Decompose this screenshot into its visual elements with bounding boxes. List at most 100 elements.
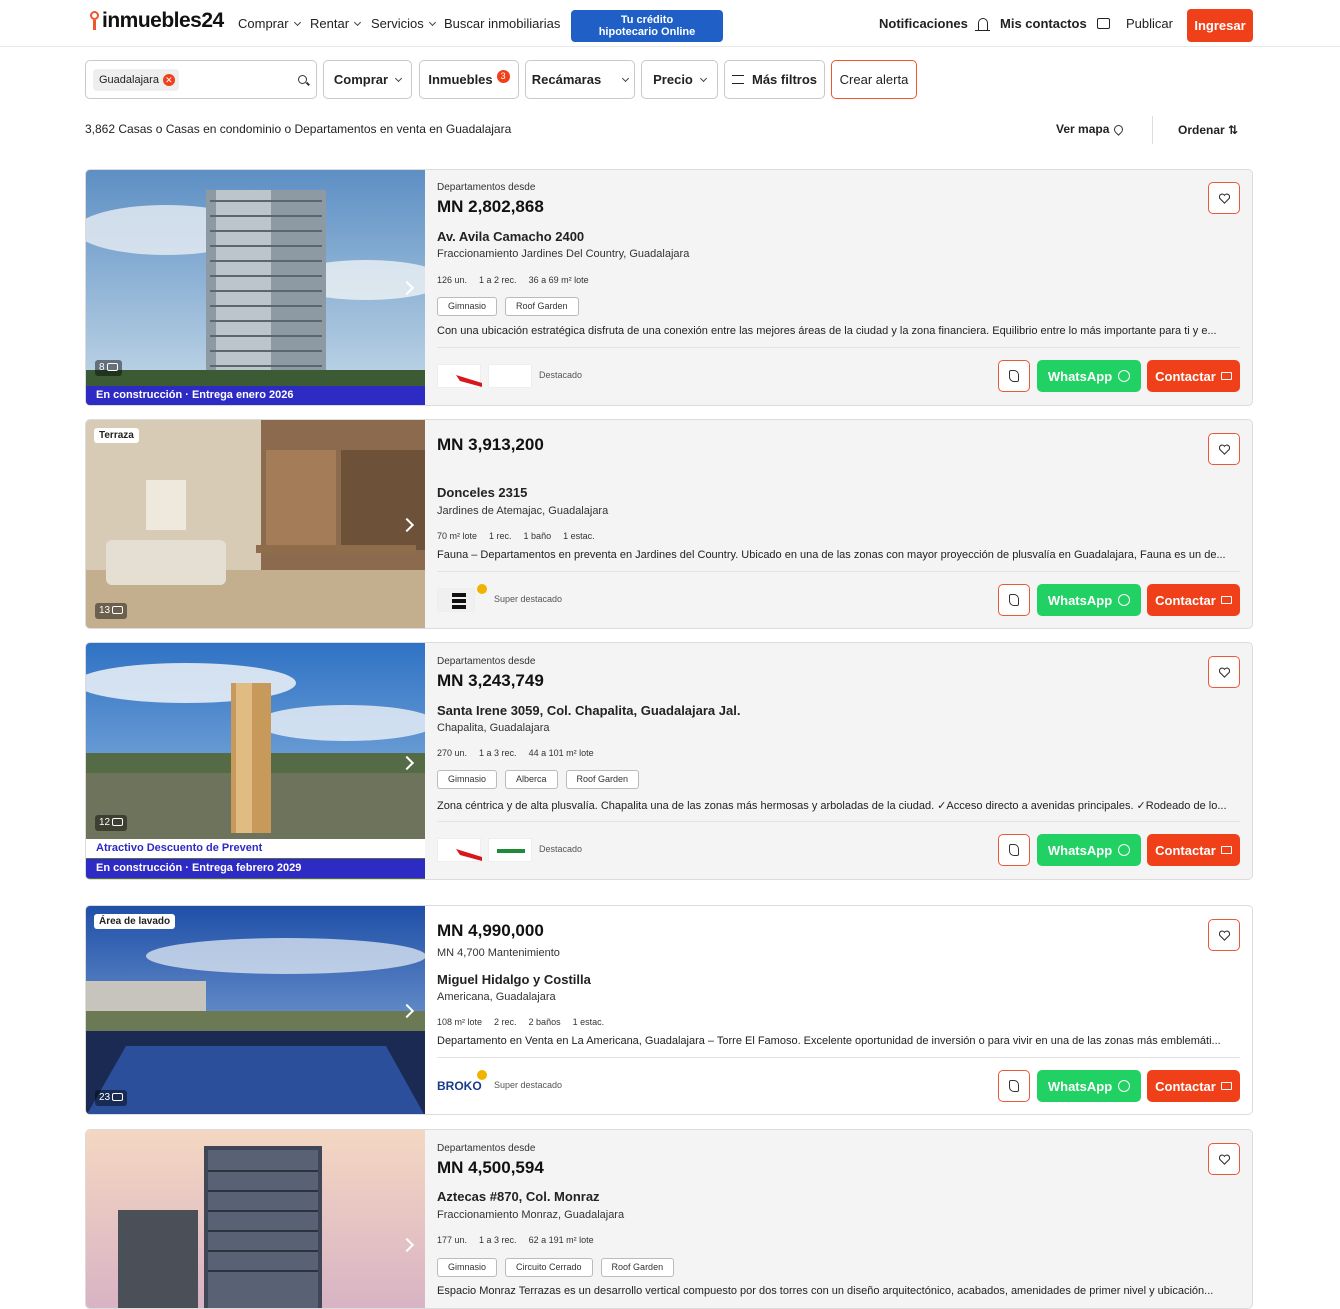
call-button[interactable] bbox=[998, 584, 1030, 616]
chevron-down-icon bbox=[353, 18, 362, 26]
listing-location: Jardines de Atemajac, Guadalajara bbox=[437, 505, 609, 517]
favorite-button[interactable] bbox=[1208, 1143, 1240, 1175]
listing-photo[interactable]: Área de lavado 23 bbox=[86, 906, 425, 1114]
listing-info: Departamentos desde MN 2,802,868 Av. Avi… bbox=[437, 170, 1240, 405]
camera-icon bbox=[112, 1093, 124, 1101]
notifications-link[interactable]: Notificaciones bbox=[879, 16, 990, 31]
listing-card[interactable]: 8 En construcción · Entrega enero 2026 D… bbox=[85, 169, 1253, 406]
listing-card[interactable]: Terraza 13 MN 3,913,200 Donceles 2315 Ja… bbox=[85, 419, 1253, 629]
listing-card[interactable]: 12 Atractivo Descuento de Prevent En con… bbox=[85, 642, 1253, 880]
favorite-button[interactable] bbox=[1208, 182, 1240, 214]
favorite-button[interactable] bbox=[1208, 656, 1240, 688]
promo-strip: Atractivo Descuento de Prevent bbox=[86, 839, 425, 858]
listing-amenities: Gimnasio Roof Garden bbox=[437, 297, 579, 316]
construction-strip: En construcción · Entrega febrero 2029 bbox=[86, 859, 425, 878]
listing-location: Chapalita, Guadalajara bbox=[437, 722, 550, 734]
nav-servicios[interactable]: Servicios bbox=[371, 16, 436, 31]
filter-recamaras[interactable]: Recámaras bbox=[525, 60, 635, 99]
call-button[interactable] bbox=[998, 1070, 1030, 1102]
chevron-down-icon bbox=[699, 74, 707, 82]
contact-button[interactable]: Contactar bbox=[1147, 834, 1240, 866]
developer-logo bbox=[437, 364, 482, 388]
site-logo[interactable]: inmuebles24 bbox=[88, 9, 224, 33]
chevron-down-icon bbox=[428, 18, 436, 26]
listing-card[interactable]: Área de lavado 23 MN 4,990,000 MN 4,700 … bbox=[85, 905, 1253, 1115]
favorite-button[interactable] bbox=[1208, 919, 1240, 951]
whatsapp-button[interactable]: WhatsApp bbox=[1037, 360, 1141, 392]
nav-rentar[interactable]: Rentar bbox=[310, 16, 362, 31]
filter-comprar[interactable]: Comprar bbox=[323, 60, 412, 99]
location-search-input[interactable]: Guadalajara ✕ bbox=[85, 60, 317, 99]
call-button[interactable] bbox=[998, 360, 1030, 392]
listing-photo[interactable] bbox=[86, 1130, 425, 1308]
heart-icon bbox=[1219, 193, 1230, 204]
photo-count: 23 bbox=[95, 1090, 128, 1106]
remove-chip-icon[interactable]: ✕ bbox=[162, 74, 175, 86]
crown-icon bbox=[477, 584, 487, 594]
chevron-down-icon bbox=[622, 74, 630, 82]
crown-icon bbox=[477, 1070, 487, 1080]
listing-actions: Destacado WhatsApp Contactar bbox=[437, 834, 1240, 866]
agency-logo: BROKO bbox=[437, 1074, 482, 1098]
listing-address[interactable]: Miguel Hidalgo y Costilla bbox=[437, 972, 591, 987]
nav-buscar-inmobiliarias[interactable]: Buscar inmobiliarias bbox=[444, 16, 560, 31]
top-header: inmuebles24 Comprar Rentar Servicios Bus… bbox=[0, 0, 1340, 47]
listing-actions: Destacado WhatsApp Contactar bbox=[437, 360, 1240, 392]
construction-strip: En construcción · Entrega enero 2026 bbox=[86, 386, 425, 405]
favorite-button[interactable] bbox=[1208, 433, 1240, 465]
map-pin-icon bbox=[1112, 122, 1126, 136]
credit-banner-button[interactable]: Tu crédito hipotecario Online bbox=[571, 10, 723, 42]
listing-features: 126 un. 1 a 2 rec. 36 a 69 m² lote bbox=[437, 275, 589, 285]
listing-description: Departamento en Venta en La Americana, G… bbox=[437, 1035, 1221, 1047]
login-button[interactable]: Ingresar bbox=[1187, 9, 1253, 42]
listing-price: MN 2,802,868 bbox=[437, 197, 544, 216]
listing-level: Destacado bbox=[539, 844, 583, 854]
whatsapp-button[interactable]: WhatsApp bbox=[1037, 1070, 1141, 1102]
listing-card[interactable]: Departamentos desde MN 4,500,594 Aztecas… bbox=[85, 1129, 1253, 1309]
whatsapp-button[interactable]: WhatsApp bbox=[1037, 834, 1141, 866]
feature-tag: Área de lavado bbox=[94, 914, 176, 929]
view-map-link[interactable]: Ver mapa bbox=[1056, 122, 1126, 136]
filter-mas-filtros[interactable]: Más filtros bbox=[724, 60, 825, 99]
contact-button[interactable]: Contactar bbox=[1147, 360, 1240, 392]
location-chip[interactable]: Guadalajara ✕ bbox=[93, 69, 179, 91]
heart-icon bbox=[1219, 1154, 1230, 1165]
listing-photo[interactable]: 8 En construcción · Entrega enero 2026 bbox=[86, 170, 425, 405]
mail-icon bbox=[1220, 846, 1232, 854]
listing-photo[interactable]: Terraza 13 bbox=[86, 420, 425, 628]
whatsapp-icon bbox=[1118, 370, 1131, 382]
listing-actions: BROKO Super destacado WhatsApp Contactar bbox=[437, 1070, 1240, 1102]
whatsapp-button[interactable]: WhatsApp bbox=[1037, 584, 1141, 616]
listing-address[interactable]: Santa Irene 3059, Col. Chapalita, Guadal… bbox=[437, 703, 740, 718]
publish-link[interactable]: Publicar bbox=[1126, 16, 1173, 31]
search-icon[interactable] bbox=[298, 75, 307, 84]
create-alert-button[interactable]: Crear alerta bbox=[831, 60, 917, 99]
nav-comprar[interactable]: Comprar bbox=[238, 16, 301, 31]
agency-logo bbox=[488, 364, 532, 388]
sort-button[interactable]: Ordenar ⇅ bbox=[1178, 123, 1238, 137]
filter-precio[interactable]: Precio bbox=[641, 60, 718, 99]
camera-icon bbox=[106, 363, 118, 371]
contacts-link[interactable]: Mis contactos bbox=[1000, 16, 1110, 31]
listing-address[interactable]: Donceles 2315 bbox=[437, 485, 527, 500]
listing-location: Fraccionamiento Jardines Del Country, Gu… bbox=[437, 248, 690, 260]
listing-features: 177 un. 1 a 3 rec. 62 a 191 m² lote bbox=[437, 1235, 594, 1245]
listing-amenities: Gimnasio Alberca Roof Garden bbox=[437, 770, 640, 789]
whatsapp-icon bbox=[1118, 844, 1131, 856]
filter-inmuebles[interactable]: Inmuebles 3 bbox=[419, 60, 519, 99]
chevron-down-icon bbox=[293, 18, 301, 26]
listing-info: Departamentos desde MN 4,500,594 Aztecas… bbox=[437, 1130, 1240, 1308]
divider bbox=[1152, 116, 1153, 144]
listing-price: MN 4,500,594 bbox=[437, 1158, 544, 1177]
sliders-icon bbox=[731, 75, 744, 84]
listing-photo[interactable]: 12 Atractivo Descuento de Prevent En con… bbox=[86, 643, 425, 879]
listing-info: MN 4,990,000 MN 4,700 Mantenimiento Migu… bbox=[437, 906, 1240, 1114]
call-button[interactable] bbox=[998, 834, 1030, 866]
listing-description: Zona céntrica y de alta plusvalía. Chapa… bbox=[437, 800, 1227, 812]
listing-address[interactable]: Av. Avila Camacho 2400 bbox=[437, 229, 584, 244]
contact-button[interactable]: Contactar bbox=[1147, 584, 1240, 616]
results-summary: 3,862 Casas o Casas en condominio o Depa… bbox=[85, 122, 512, 136]
listing-level: Super destacado bbox=[494, 594, 563, 604]
listing-address[interactable]: Aztecas #870, Col. Monraz bbox=[437, 1189, 600, 1204]
contact-button[interactable]: Contactar bbox=[1147, 1070, 1240, 1102]
